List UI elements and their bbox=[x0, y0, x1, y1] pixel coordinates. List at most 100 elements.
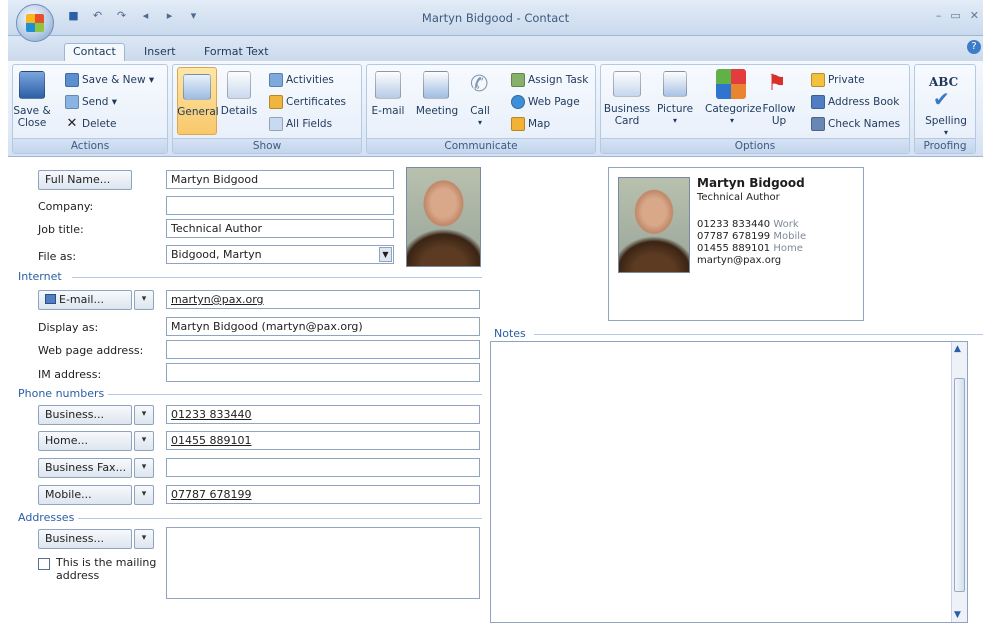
tab-format-text[interactable]: Format Text bbox=[196, 44, 277, 61]
business-phone-dropdown[interactable]: ▾ bbox=[134, 405, 154, 425]
contact-photo[interactable] bbox=[406, 167, 481, 267]
scroll-up-icon[interactable]: ▲ bbox=[954, 344, 961, 354]
scrollbar-thumb[interactable] bbox=[954, 378, 965, 592]
business-card-home-phone: 01455 889101 bbox=[697, 243, 771, 254]
business-card-mobile-tag: Mobile bbox=[773, 231, 807, 242]
spelling-label: Spelling bbox=[925, 115, 967, 127]
internet-header: Internet bbox=[18, 270, 66, 283]
assign-task-button[interactable]: Assign Task bbox=[511, 73, 588, 87]
notes-scrollbar[interactable]: ▲ ▼ bbox=[951, 342, 967, 622]
office-button[interactable] bbox=[16, 4, 54, 42]
addresses-divider bbox=[78, 518, 482, 519]
business-fax-dropdown[interactable]: ▾ bbox=[134, 458, 154, 478]
display-as-field[interactable]: Martyn Bidgood (martyn@pax.org) bbox=[166, 317, 480, 336]
im-address-field[interactable] bbox=[166, 363, 480, 382]
business-address-button[interactable]: Business... bbox=[38, 529, 132, 549]
business-card-preview[interactable]: Martyn Bidgood Technical Author 01233 83… bbox=[608, 167, 864, 321]
full-name-button[interactable]: Full Name... bbox=[38, 170, 132, 190]
maximize-button[interactable]: ▭ bbox=[950, 9, 960, 22]
office-logo-icon bbox=[26, 14, 44, 32]
file-as-combobox[interactable]: Bidgood, Martyn ▼ bbox=[166, 245, 394, 264]
full-name-field[interactable]: Martyn Bidgood bbox=[166, 170, 394, 189]
close-button[interactable]: ✕ bbox=[970, 9, 979, 22]
mobile-phone-field[interactable]: 07787 678199 bbox=[166, 485, 480, 504]
job-title-field[interactable]: Technical Author bbox=[166, 219, 394, 238]
mobile-phone-dropdown[interactable]: ▾ bbox=[134, 485, 154, 505]
home-phone-field[interactable]: 01455 889101 bbox=[166, 431, 480, 450]
assign-task-label: Assign Task bbox=[528, 74, 589, 86]
tab-insert[interactable]: Insert bbox=[136, 44, 184, 61]
job-title-label: Job title: bbox=[38, 223, 84, 236]
group-options: Business Card Picture ▾ Categorize ▾ ⚑ F… bbox=[600, 64, 910, 154]
email-button-field[interactable]: E-mail... bbox=[38, 290, 132, 310]
send-button[interactable]: Send ▾ bbox=[65, 95, 117, 109]
all-fields-icon bbox=[269, 117, 283, 131]
company-field[interactable] bbox=[166, 196, 394, 215]
mobile-phone-button[interactable]: Mobile... bbox=[38, 485, 132, 505]
business-card-icon bbox=[613, 71, 641, 97]
activities-button[interactable]: Activities bbox=[269, 73, 334, 87]
contact-window: ■ ↶ ↷ ◂ ▸ ▾ Martyn Bidgood - Contact – ▭… bbox=[8, 0, 983, 630]
file-as-value: Bidgood, Martyn bbox=[171, 248, 262, 261]
email-field[interactable]: martyn@pax.org bbox=[166, 290, 480, 309]
business-fax-field[interactable] bbox=[166, 458, 480, 477]
private-label: Private bbox=[828, 74, 865, 86]
business-card-label: Business Card bbox=[603, 103, 651, 127]
business-card-line: 01233 833440 Work bbox=[697, 219, 799, 230]
send-label: Send bbox=[82, 96, 109, 108]
group-communicate: E-mail Meeting ✆ Call ▾ Assign Task Web … bbox=[366, 64, 596, 154]
map-button[interactable]: Map bbox=[511, 117, 550, 131]
minimize-button[interactable]: – bbox=[936, 9, 942, 22]
check-names-button[interactable]: Check Names bbox=[811, 117, 900, 131]
categorize-icon bbox=[716, 69, 746, 99]
web-page-field[interactable] bbox=[166, 340, 480, 359]
certificates-label: Certificates bbox=[286, 96, 347, 108]
business-card-work-tag: Work bbox=[773, 219, 799, 230]
tab-contact[interactable]: Contact bbox=[64, 43, 125, 62]
contact-form: Full Name... Martyn Bidgood Company: Job… bbox=[8, 157, 983, 630]
activities-label: Activities bbox=[286, 74, 334, 86]
help-icon[interactable]: ? bbox=[967, 40, 981, 54]
general-button[interactable]: General bbox=[177, 67, 219, 135]
send-icon bbox=[65, 95, 79, 109]
private-button[interactable]: Private bbox=[811, 73, 865, 87]
certificates-button[interactable]: Certificates bbox=[269, 95, 346, 109]
categorize-label: Categorize bbox=[705, 103, 762, 115]
certificates-icon bbox=[269, 95, 283, 109]
business-card-email: martyn@pax.org bbox=[697, 255, 782, 266]
email-dropdown-button[interactable]: ▾ bbox=[134, 290, 154, 310]
scroll-down-icon[interactable]: ▼ bbox=[954, 610, 961, 620]
title-bar: ■ ↶ ↷ ◂ ▸ ▾ Martyn Bidgood - Contact – ▭… bbox=[8, 0, 983, 36]
picture-icon bbox=[663, 71, 687, 97]
business-fax-button[interactable]: Business Fax... bbox=[38, 458, 132, 478]
ribbon: Save & Close Save & New ▾ Send ▾ ✕ Delete… bbox=[8, 61, 983, 157]
notes-header: Notes bbox=[494, 327, 530, 340]
picture-label: Picture bbox=[656, 103, 694, 115]
business-phone-field[interactable]: 01233 833440 bbox=[166, 405, 480, 424]
im-address-label: IM address: bbox=[38, 368, 102, 381]
business-phone-button[interactable]: Business... bbox=[38, 405, 132, 425]
save-new-button[interactable]: Save & New ▾ bbox=[65, 73, 154, 87]
delete-button[interactable]: ✕ Delete bbox=[65, 117, 117, 131]
mailing-address-checkbox[interactable] bbox=[38, 558, 50, 570]
call-label: Call bbox=[470, 105, 490, 117]
group-proofing: ABC ✔ Spelling ▾ Proofing bbox=[914, 64, 976, 154]
address-book-button[interactable]: Address Book bbox=[811, 95, 899, 109]
map-icon bbox=[511, 117, 525, 131]
call-dropdown-icon: ▾ bbox=[477, 118, 482, 127]
notes-textarea[interactable]: ▲ ▼ bbox=[490, 341, 968, 623]
address-field[interactable] bbox=[166, 527, 480, 599]
home-phone-button[interactable]: Home... bbox=[38, 431, 132, 451]
web-page-label: Web Page bbox=[528, 96, 580, 108]
home-phone-dropdown[interactable]: ▾ bbox=[134, 431, 154, 451]
address-dropdown[interactable]: ▾ bbox=[134, 529, 154, 549]
email-button-label: E-mail... bbox=[59, 293, 104, 306]
meeting-label: Meeting bbox=[415, 105, 459, 117]
group-show-label: Show bbox=[173, 138, 361, 153]
all-fields-button[interactable]: All Fields bbox=[269, 117, 332, 131]
window-controls: – ▭ ✕ bbox=[936, 9, 979, 22]
save-close-icon bbox=[19, 71, 45, 99]
check-names-icon bbox=[811, 117, 825, 131]
web-page-button[interactable]: Web Page bbox=[511, 95, 580, 109]
file-as-dropdown-icon[interactable]: ▼ bbox=[379, 247, 392, 262]
